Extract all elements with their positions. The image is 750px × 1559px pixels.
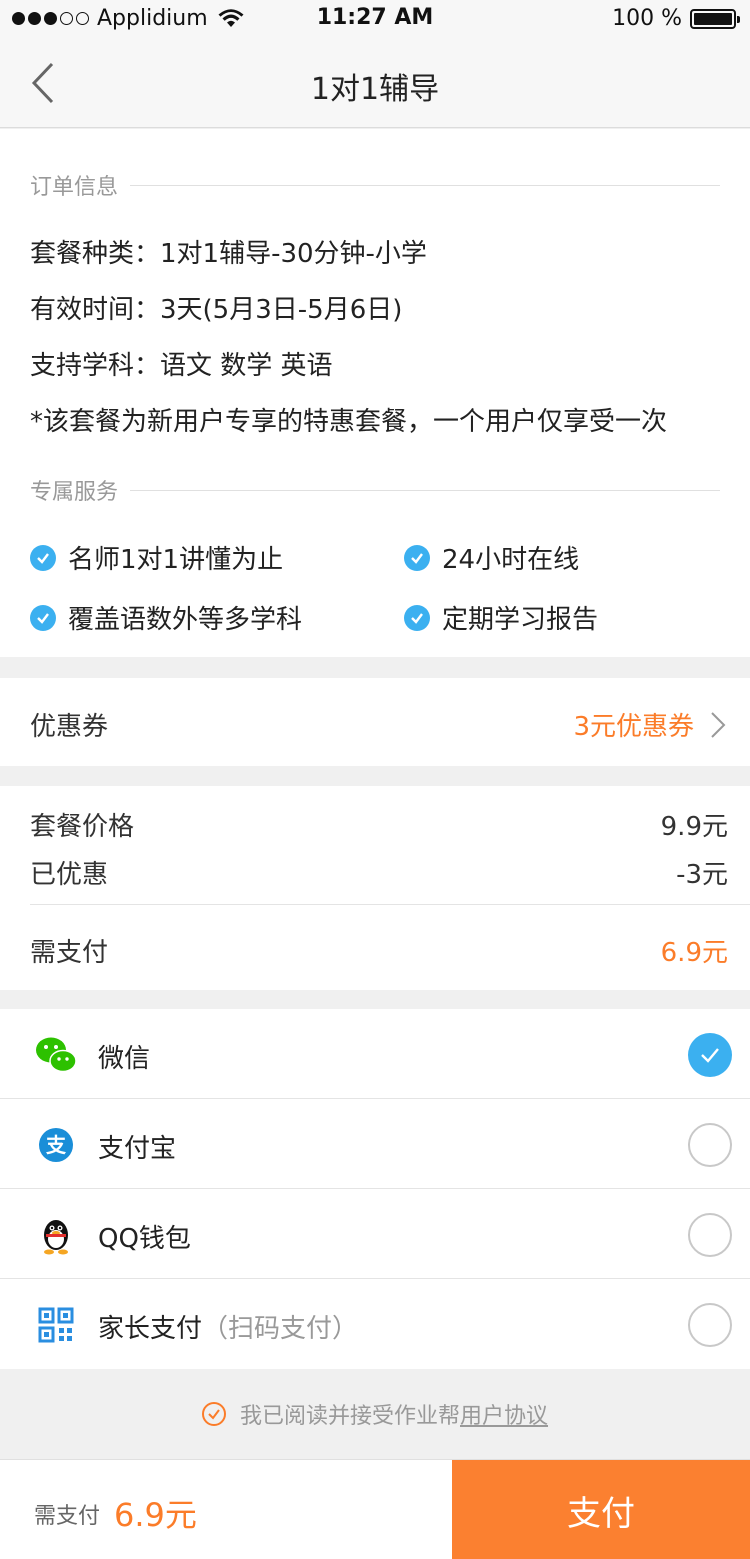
payment-option-alipay[interactable]: 支 支付宝 (0, 1099, 750, 1189)
check-icon (404, 604, 430, 631)
order-info-card: 订单信息 套餐种类：1对1辅导-30分钟-小学 有效时间：3天(5月3日-5月6… (0, 129, 750, 657)
bottom-bar: 需支付 6.9元 支付 (0, 1459, 750, 1559)
status-bar: Applidium 11:27 AM 100 % (0, 0, 750, 40)
package-type: 套餐种类：1对1辅导-30分钟-小学 (30, 239, 427, 269)
coupon-row[interactable]: 优惠券 3元优惠券 (0, 678, 750, 766)
radio-unselected[interactable] (688, 1213, 732, 1257)
radio-selected[interactable] (688, 1033, 732, 1077)
check-icon (701, 1048, 719, 1063)
coupon-label: 优惠券 (30, 712, 109, 742)
radio-unselected[interactable] (688, 1123, 732, 1167)
divider (30, 904, 750, 905)
payment-label: QQ钱包 (98, 1224, 191, 1254)
payment-label: 微信 (98, 1044, 151, 1074)
service-item: 定期学习报告 (404, 599, 598, 636)
service-item: 24小时在线 (404, 539, 579, 576)
coupon-value: 3元优惠券 (573, 706, 730, 743)
service-item: 覆盖语数外等多学科 (30, 599, 302, 636)
valid-time: 有效时间：3天(5月3日-5月6日) (30, 295, 403, 325)
wechat-icon (36, 1037, 77, 1073)
check-icon (30, 604, 56, 631)
check-icon (30, 544, 56, 571)
service-item: 名师1对1讲懂为止 (30, 539, 283, 576)
battery-percent: 100 % (612, 6, 682, 31)
payment-label: 支付宝 (98, 1134, 177, 1164)
package-note: *该套餐为新用户专享的特惠套餐，一个用户仅享受一次 (30, 407, 668, 437)
package-price-label: 套餐价格 (30, 812, 135, 842)
price-card: 套餐价格 9.9元 已优惠 -3元 需支付 6.9元 (0, 786, 750, 990)
footer-due-value: 6.9元 (114, 1496, 197, 1534)
agreement-checkbox[interactable] (201, 1402, 226, 1426)
payment-option-qq[interactable]: QQ钱包 (0, 1189, 750, 1279)
radio-unselected[interactable] (688, 1303, 732, 1347)
discount-value: -3元 (676, 860, 728, 890)
due-value: 6.9元 (660, 938, 728, 968)
svg-text:支: 支 (46, 1133, 67, 1157)
footer-due-label: 需支付 (34, 1504, 101, 1529)
qq-penguin-icon (44, 1220, 68, 1255)
pay-button[interactable]: 支付 (452, 1460, 750, 1559)
payment-option-parent[interactable]: 家长支付（扫码支付） (0, 1279, 750, 1369)
services-section-header: 专属服务 (30, 474, 720, 506)
agreement-row: 我已阅读并接受作业帮 用户协议 (0, 1369, 750, 1459)
due-label: 需支付 (30, 938, 109, 968)
nav-bar: 1对1辅导 (0, 40, 750, 128)
supported-subjects: 支持学科：语文 数学 英语 (30, 351, 333, 381)
order-section-header: 订单信息 (30, 169, 720, 201)
payment-methods: 微信 支 支付宝 QQ钱包 家长支付（扫码支付） (0, 1009, 750, 1369)
qr-code-icon (38, 1307, 74, 1343)
alipay-icon: 支 (39, 1128, 73, 1162)
agreement-text: 我已阅读并接受作业帮 (239, 1404, 460, 1429)
check-icon (208, 1409, 220, 1420)
page-title: 1对1辅导 (310, 72, 440, 107)
package-price-value: 9.9元 (660, 812, 728, 842)
check-icon (404, 544, 430, 571)
payment-label: 家长支付（扫码支付） (98, 1314, 359, 1344)
chevron-right-icon (711, 711, 726, 738)
payment-option-wechat[interactable]: 微信 (0, 1009, 750, 1099)
discount-label: 已优惠 (30, 860, 109, 890)
battery-icon (690, 8, 740, 29)
battery-status: 100 % (612, 6, 740, 31)
user-agreement-link[interactable]: 用户协议 (460, 1398, 548, 1430)
